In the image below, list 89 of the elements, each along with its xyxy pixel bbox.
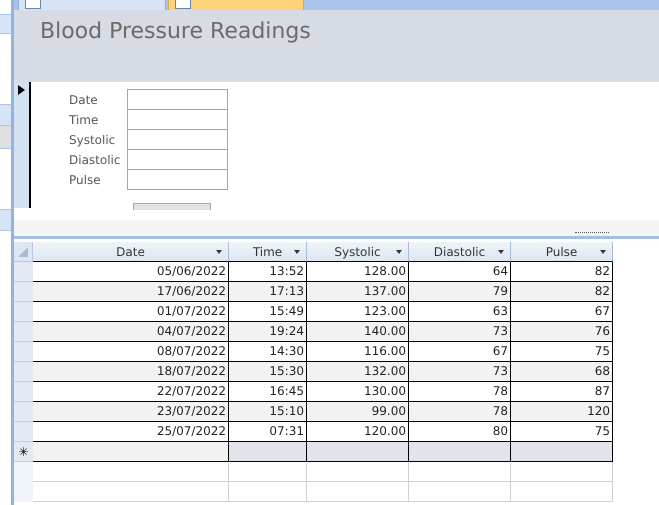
table-cell: 128.00: [307, 262, 409, 282]
table-cell: 137.00: [307, 282, 409, 302]
input-field[interactable]: [127, 109, 228, 130]
column-header[interactable]: Date: [33, 242, 229, 262]
dropdown-arrow-icon[interactable]: [396, 250, 402, 254]
row-selector[interactable]: [14, 422, 33, 442]
table-cell: 13:52: [229, 262, 307, 282]
table-cell: 132.00: [307, 362, 409, 382]
input-field[interactable]: [127, 129, 228, 150]
form-icon: [25, 0, 41, 9]
row-selector[interactable]: [14, 322, 33, 342]
table-cell: 67: [409, 342, 511, 362]
new-row-cell[interactable]: [511, 442, 613, 462]
table-cell: 116.00: [307, 342, 409, 362]
table-cell: 17/06/2022: [33, 282, 229, 302]
row-selector[interactable]: [14, 402, 33, 422]
table-cell: 01/07/2022: [33, 302, 229, 322]
dropdown-arrow-icon[interactable]: [294, 250, 300, 254]
corner-triangle-icon: [17, 246, 29, 258]
table-cell: 15:49: [229, 302, 307, 322]
table-cell: 17:13: [229, 282, 307, 302]
column-header[interactable]: Systolic: [307, 242, 409, 262]
table-cell: 73: [409, 362, 511, 382]
table-cell: 15:30: [229, 362, 307, 382]
form-title: Blood Pressure Readings: [40, 19, 311, 44]
table-cell: 15:10: [229, 402, 307, 422]
table-cell: 63: [409, 302, 511, 322]
row-selector[interactable]: [14, 342, 33, 362]
new-row-cell[interactable]: [229, 442, 307, 462]
row-selector[interactable]: [14, 282, 33, 302]
table-cell: 82: [511, 262, 613, 282]
input-field[interactable]: [127, 149, 228, 170]
table-cell: 87: [511, 382, 613, 402]
new-row-cell[interactable]: [33, 442, 229, 462]
dropdown-arrow-icon[interactable]: [498, 250, 504, 254]
table-cell: 123.00: [307, 302, 409, 322]
column-header[interactable]: Diastolic: [409, 242, 511, 262]
table-cell: 73: [409, 322, 511, 342]
field-label: Diastolic: [69, 152, 122, 169]
field-label: Pulse: [69, 172, 102, 189]
field-label: Time: [69, 112, 100, 129]
input-field[interactable]: [127, 169, 228, 190]
table-cell: 08/07/2022: [33, 342, 229, 362]
table-cell: 22/07/2022: [33, 382, 229, 402]
table-cell: 23/07/2022: [33, 402, 229, 422]
new-row-cell[interactable]: [307, 442, 409, 462]
table-cell: 18/07/2022: [33, 362, 229, 382]
table-cell: 04/07/2022: [33, 322, 229, 342]
row-selector[interactable]: [14, 362, 33, 382]
table-cell: 120.00: [307, 422, 409, 442]
table-cell: 19:24: [229, 322, 307, 342]
column-header[interactable]: Time: [229, 242, 307, 262]
current-record-icon: [18, 85, 25, 95]
table-cell: 120: [511, 402, 613, 422]
input-field[interactable]: [127, 89, 228, 110]
field-label: Systolic: [69, 132, 116, 149]
splitter-grip[interactable]: [575, 232, 609, 235]
table-cell: 75: [511, 422, 613, 442]
dropdown-arrow-icon[interactable]: [600, 250, 606, 254]
record-selector[interactable]: [14, 82, 31, 208]
table-cell: 67: [511, 302, 613, 322]
table-cell: 78: [409, 382, 511, 402]
table-cell: 75: [511, 342, 613, 362]
table-cell: 05/06/2022: [33, 262, 229, 282]
table-cell: 76: [511, 322, 613, 342]
table-cell: 80: [409, 422, 511, 442]
table-cell: 140.00: [307, 322, 409, 342]
new-row-cell[interactable]: [409, 442, 511, 462]
table-cell: 78: [409, 402, 511, 422]
table-cell: 130.00: [307, 382, 409, 402]
table-cell: 16:45: [229, 382, 307, 402]
table-cell: 79: [409, 282, 511, 302]
row-selector[interactable]: [14, 382, 33, 402]
table-cell: 99.00: [307, 402, 409, 422]
form-icon: [175, 0, 191, 9]
table-cell: 82: [511, 282, 613, 302]
table-cell: 68: [511, 362, 613, 382]
dropdown-arrow-icon[interactable]: [216, 250, 222, 254]
field-label: Date: [69, 92, 99, 109]
row-selector[interactable]: [14, 262, 33, 282]
table-cell: 07:31: [229, 422, 307, 442]
row-selector[interactable]: [14, 302, 33, 322]
table-cell: 14:30: [229, 342, 307, 362]
table-cell: 25/07/2022: [33, 422, 229, 442]
form-button[interactable]: [133, 203, 211, 210]
column-header[interactable]: Pulse: [511, 242, 613, 262]
new-row-marker: ✳: [14, 442, 33, 462]
select-all-corner[interactable]: [14, 242, 33, 262]
table-cell: 64: [409, 262, 511, 282]
